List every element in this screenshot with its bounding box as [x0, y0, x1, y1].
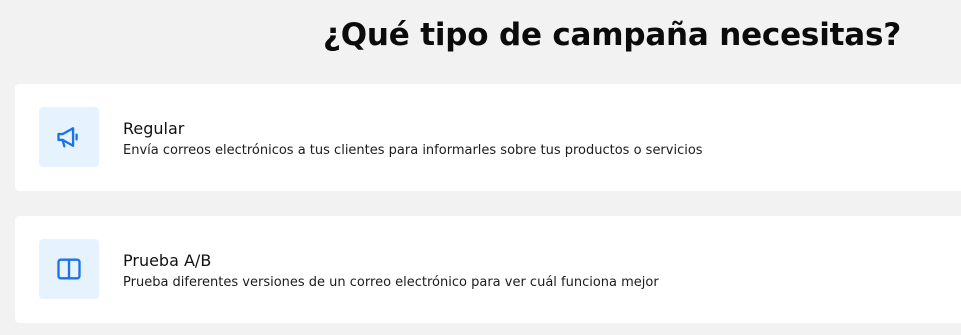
campaign-option-title: Prueba A/B [123, 251, 212, 270]
campaign-option-description: Prueba diferentes versiones de un correo… [123, 275, 659, 290]
campaign-option-ab-test[interactable]: Prueba A/B Prueba diferentes versiones d… [15, 216, 961, 323]
page-title: ¿Qué tipo de campaña necesitas? [323, 17, 901, 53]
megaphone-icon-container [39, 107, 99, 167]
campaign-option-regular[interactable]: Regular Envía correos electrónicos a tus… [15, 84, 961, 191]
campaign-option-description: Envía correos electrónicos a tus cliente… [123, 143, 703, 158]
campaign-option-title: Regular [123, 119, 185, 138]
megaphone-icon [57, 127, 78, 148]
book-open-icon [57, 258, 81, 280]
book-open-icon-container [39, 239, 99, 299]
